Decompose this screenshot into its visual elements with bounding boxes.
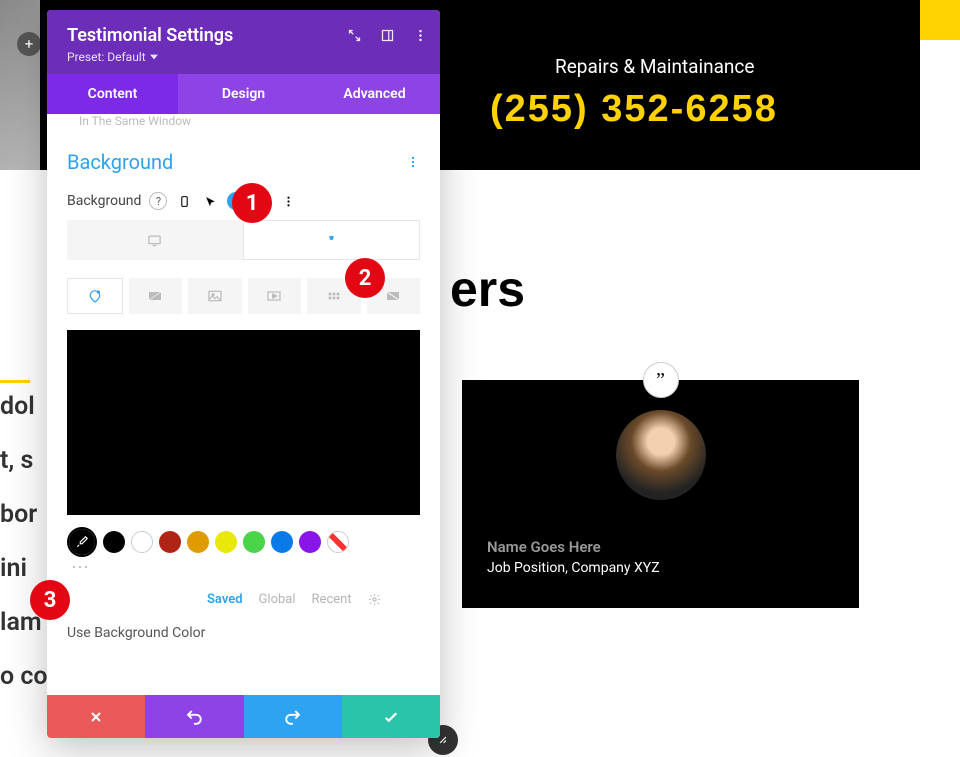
field-more-icon[interactable]	[279, 192, 297, 210]
panel-tabs: Content Design Advanced	[47, 74, 440, 114]
responsive-tabs	[67, 220, 420, 260]
snap-icon[interactable]	[380, 28, 395, 43]
header-tagline: Repairs & Maintainance	[555, 55, 754, 78]
hover-icon[interactable]	[201, 192, 219, 210]
page-heading-fragment: ers	[450, 260, 525, 318]
tab-advanced[interactable]: Advanced	[309, 74, 440, 114]
testimonial-card[interactable]: ” Name Goes Here Job Position, Company X…	[462, 380, 859, 608]
bg-type-image[interactable]	[188, 278, 242, 314]
swatch-white[interactable]	[131, 531, 153, 553]
swatch-black[interactable]	[103, 531, 125, 553]
link-target-dropdown[interactable]: In The Same Window	[67, 114, 420, 132]
responsive-desktop[interactable]	[67, 220, 243, 260]
bg-type-gradient[interactable]	[129, 278, 183, 314]
quote-icon: ”	[643, 362, 679, 398]
subtab-saved[interactable]: Saved	[207, 592, 243, 607]
redo-button[interactable]	[244, 695, 342, 738]
swatch-purple[interactable]	[299, 531, 321, 553]
bg-type-video[interactable]	[248, 278, 302, 314]
testimonial-avatar	[616, 410, 706, 500]
settings-panel: Testimonial Settings Preset: Default Con…	[47, 10, 440, 738]
responsive-icon[interactable]	[175, 192, 193, 210]
more-icon[interactable]	[413, 28, 428, 43]
header-phone: (255) 352-6258	[490, 88, 778, 131]
tab-content[interactable]: Content	[47, 74, 178, 114]
swatch-orange[interactable]	[187, 531, 209, 553]
save-button[interactable]	[342, 695, 440, 738]
preset-selector[interactable]: Preset: Default	[67, 50, 420, 64]
section-title-background[interactable]: Background	[67, 150, 173, 174]
responsive-sticky[interactable]	[243, 220, 421, 260]
field-label-background: Background	[67, 193, 141, 209]
testimonial-name: Name Goes Here	[487, 538, 601, 556]
subtab-recent[interactable]: Recent	[312, 592, 352, 607]
help-icon[interactable]: ?	[149, 192, 167, 210]
annotation-2: 2	[345, 258, 385, 298]
color-preview[interactable]	[67, 330, 420, 515]
swatch-yellow[interactable]	[215, 531, 237, 553]
testimonial-job: Job Position, Company XYZ	[487, 560, 660, 576]
swatch-row	[67, 527, 420, 557]
swatch-transparent[interactable]	[327, 531, 349, 553]
annotation-3: 3	[30, 580, 70, 620]
panel-header[interactable]: Testimonial Settings Preset: Default	[47, 10, 440, 74]
swatch-green[interactable]	[243, 531, 265, 553]
annotation-1: 1	[232, 183, 272, 223]
tab-design[interactable]: Design	[178, 74, 309, 114]
bg-type-color[interactable]	[67, 278, 123, 314]
expand-icon[interactable]	[347, 28, 362, 43]
eyedropper-button[interactable]	[67, 527, 97, 557]
palette-settings-icon[interactable]	[368, 593, 381, 606]
swatch-blue[interactable]	[271, 531, 293, 553]
more-swatches-icon[interactable]: ⋯	[71, 557, 420, 578]
panel-footer	[47, 695, 440, 738]
cancel-button[interactable]	[47, 695, 145, 738]
hero-image-slice	[0, 0, 40, 170]
undo-button[interactable]	[145, 695, 243, 738]
swatch-red[interactable]	[159, 531, 181, 553]
use-background-color-label: Use Background Color	[67, 625, 420, 641]
add-section-button[interactable]: +	[17, 32, 41, 56]
subtab-global[interactable]: Global	[259, 592, 296, 607]
palette-subtabs: Saved Global Recent	[67, 592, 420, 607]
section-menu-icon[interactable]	[406, 155, 420, 169]
